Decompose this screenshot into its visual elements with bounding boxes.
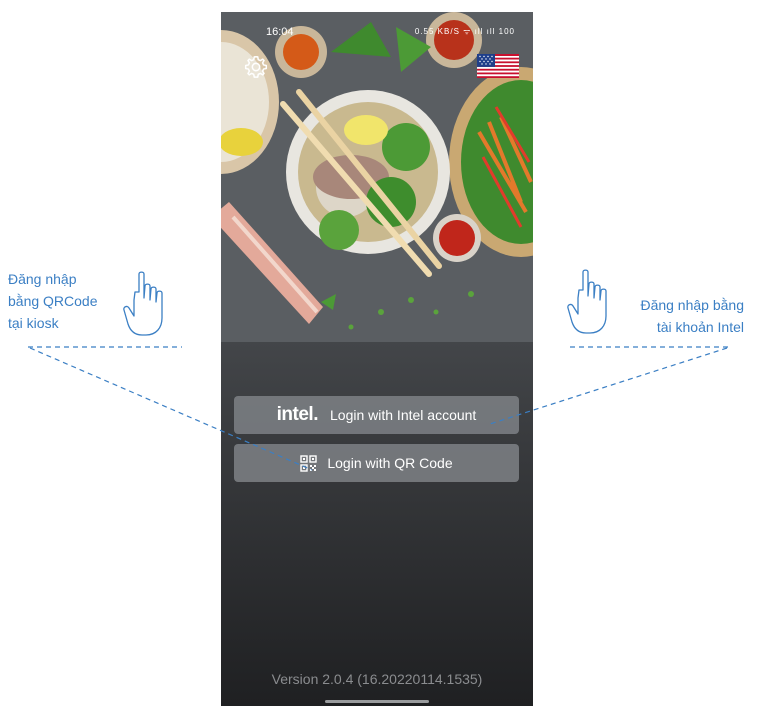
login-qr-button[interactable]: Login with QR Code <box>234 444 519 482</box>
login-intel-button[interactable]: intel. Login with Intel account <box>234 396 519 434</box>
annotation-line: Đăng nhập bằng <box>640 297 744 313</box>
phone-screen: 16:04 0.55 KB/S ᯤ ıll ıll 100 intel. Log… <box>221 12 533 706</box>
login-intel-label: Login with Intel account <box>330 407 477 423</box>
home-indicator[interactable] <box>325 700 429 703</box>
annotation-intel-login: Đăng nhập bằng tài khoản Intel <box>640 294 744 338</box>
status-icons: 0.55 KB/S ᯤ ıll ıll 100 <box>414 27 515 36</box>
status-bar: 16:04 0.55 KB/S ᯤ ıll ıll 100 <box>221 12 533 52</box>
status-time: 16:04 <box>266 26 294 38</box>
pointing-hand-icon <box>123 271 163 336</box>
annotation-line: tài khoản Intel <box>656 319 744 335</box>
annotation-line: Đăng nhập <box>8 271 77 287</box>
intel-logo: intel. <box>276 404 319 425</box>
gear-icon[interactable] <box>243 54 269 80</box>
annotation-line: bằng QRCode <box>8 293 98 309</box>
qr-code-icon <box>300 454 318 472</box>
annotation-line: tại kiosk <box>8 315 59 331</box>
annotation-qr-login: Đăng nhập bằng QRCode tại kiosk <box>8 268 98 334</box>
login-qr-label: Login with QR Code <box>327 455 453 471</box>
pointing-hand-icon <box>567 269 607 334</box>
us-flag-icon[interactable] <box>477 54 519 78</box>
version-text: Version 2.0.4 (16.20220114.1535) <box>271 671 483 687</box>
